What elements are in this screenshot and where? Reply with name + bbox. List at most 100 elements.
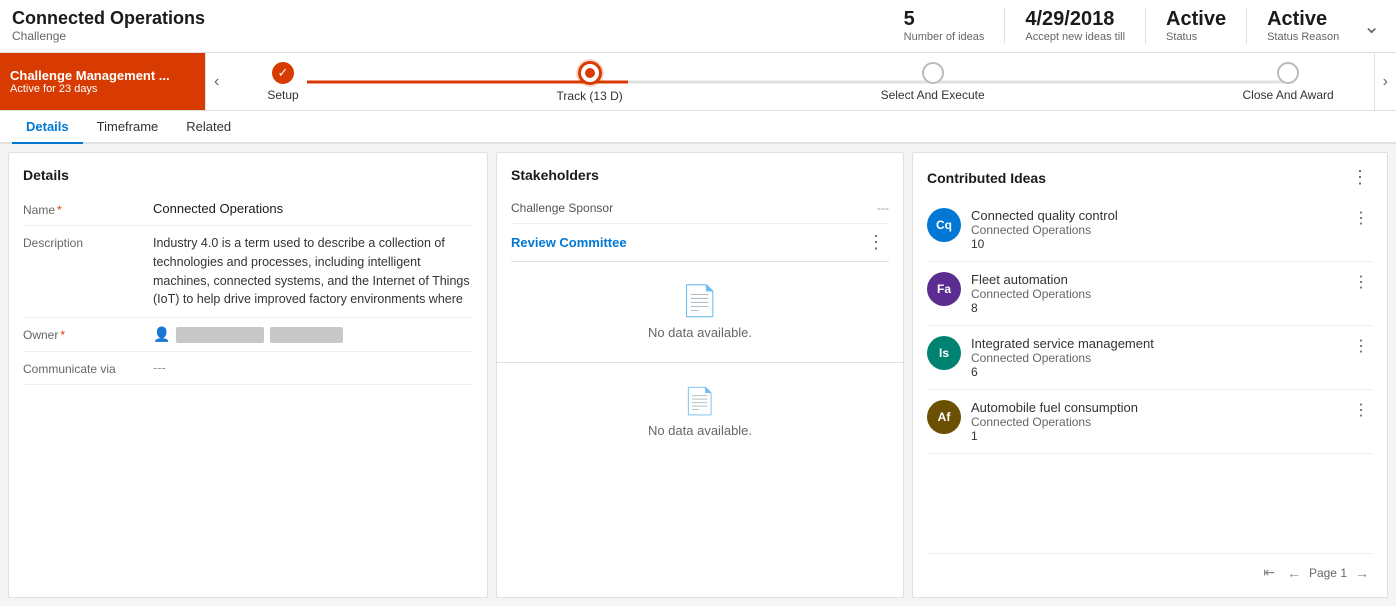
step-track: Track (13 D)	[557, 61, 623, 103]
challenge-badge[interactable]: Challenge Management ... Active for 23 d…	[0, 53, 205, 110]
idea-1-more-button[interactable]: ⋮	[1349, 208, 1373, 228]
owner-name-2: XXXXXXXX	[270, 327, 342, 343]
field-description-value: Industry 4.0 is a term used to describe …	[153, 234, 473, 309]
meta-status-label: Status	[1166, 31, 1226, 43]
idea-sub-3: Connected Operations	[971, 351, 1339, 365]
progress-track: ✓ Setup Track (13 D) Select And Execute …	[227, 53, 1373, 110]
idea-info-2: Fleet automation Connected Operations 8	[971, 272, 1339, 315]
field-name-value: Connected Operations	[153, 201, 473, 216]
tab-related[interactable]: Related	[172, 111, 245, 144]
ideas-list: Cq Connected quality control Connected O…	[927, 198, 1373, 549]
no-data-icon-2: 📄	[684, 386, 716, 417]
idea-count-1: 10	[971, 237, 1339, 251]
idea-name-4: Automobile fuel consumption	[971, 400, 1339, 415]
idea-item-2: Fa Fleet automation Connected Operations…	[927, 262, 1373, 326]
header: Connected Operations Challenge 5 Number …	[0, 0, 1396, 53]
owner-name-1: XXXXXXXXXX	[176, 327, 264, 343]
pagination-first-button[interactable]: ⇤	[1259, 562, 1279, 583]
meta-status-reason-label: Status Reason	[1267, 31, 1339, 43]
meta-date-value: 4/29/2018	[1025, 8, 1125, 31]
stakeholders-panel: Stakeholders Challenge Sponsor --- Revie…	[496, 152, 904, 598]
meta-status-reason: Active Status Reason	[1247, 8, 1359, 43]
meta-ideas-label: Number of ideas	[904, 31, 985, 43]
stakeholder-sponsor-row: Challenge Sponsor ---	[511, 193, 889, 224]
field-name-row: Name* Connected Operations	[23, 193, 473, 226]
no-data-container-1: 📄 No data available.	[511, 262, 889, 362]
field-description-row: Description Industry 4.0 is a term used …	[23, 226, 473, 318]
header-meta: 5 Number of ideas 4/29/2018 Accept new i…	[884, 8, 1380, 44]
idea-avatar-3: Is	[927, 336, 961, 370]
field-communicate-row: Communicate via ---	[23, 352, 473, 385]
details-panel-title: Details	[23, 167, 473, 183]
stakeholder-sponsor-label: Challenge Sponsor	[511, 201, 877, 215]
step-close: Close And Award	[1242, 62, 1333, 102]
step-track-circle	[578, 61, 602, 85]
tab-timeframe[interactable]: Timeframe	[83, 111, 173, 144]
stakeholders-panel-title: Stakeholders	[511, 167, 889, 183]
idea-info-1: Connected quality control Connected Oper…	[971, 208, 1339, 251]
idea-avatar-2: Fa	[927, 272, 961, 306]
no-data-text-1: No data available.	[648, 325, 752, 340]
page-title: Connected Operations	[12, 8, 884, 29]
idea-4-more-button[interactable]: ⋮	[1349, 400, 1373, 420]
pagination: ⇤ ← Page 1 →	[927, 553, 1373, 583]
idea-count-3: 6	[971, 365, 1339, 379]
idea-sub-2: Connected Operations	[971, 287, 1339, 301]
step-setup: ✓ Setup	[267, 62, 298, 102]
progress-section: Challenge Management ... Active for 23 d…	[0, 53, 1396, 111]
no-data-text-2: No data available.	[648, 423, 752, 438]
idea-count-4: 1	[971, 429, 1339, 443]
idea-item-1: Cq Connected quality control Connected O…	[927, 198, 1373, 262]
meta-ideas: 5 Number of ideas	[884, 8, 1005, 43]
stakeholder-sponsor-value: ---	[877, 201, 889, 215]
step-select: Select And Execute	[881, 62, 985, 102]
review-committee-label: Review Committee	[511, 235, 863, 250]
pagination-label: Page 1	[1309, 566, 1347, 580]
step-close-circle	[1277, 62, 1299, 84]
details-panel: Details Name* Connected Operations Descr…	[8, 152, 488, 598]
meta-status-reason-value: Active	[1267, 8, 1339, 31]
meta-ideas-value: 5	[904, 8, 985, 31]
field-owner-value: 👤 XXXXXXXXXX XXXXXXXX	[153, 326, 473, 343]
idea-name-1: Connected quality control	[971, 208, 1339, 223]
idea-2-more-button[interactable]: ⋮	[1349, 272, 1373, 292]
idea-info-4: Automobile fuel consumption Connected Op…	[971, 400, 1339, 443]
idea-avatar-1: Cq	[927, 208, 961, 242]
ideas-panel-header: Contributed Ideas ⋮	[927, 167, 1373, 188]
step-track-label: Track (13 D)	[557, 89, 623, 103]
no-data-container-2: 📄 No data available.	[511, 367, 889, 457]
step-setup-circle: ✓	[272, 62, 294, 84]
field-owner-row: Owner* 👤 XXXXXXXXXX XXXXXXXX	[23, 318, 473, 352]
ideas-panel-title: Contributed Ideas	[927, 170, 1347, 186]
pagination-next-button[interactable]: →	[1351, 563, 1373, 583]
idea-count-2: 8	[971, 301, 1339, 315]
prev-nav-button[interactable]: ‹	[205, 53, 227, 111]
step-select-label: Select And Execute	[881, 88, 985, 102]
field-name-label: Name*	[23, 201, 153, 217]
owner-person-icon: 👤	[153, 326, 170, 343]
meta-date-label: Accept new ideas till	[1025, 31, 1125, 43]
pagination-prev-button[interactable]: ←	[1283, 563, 1305, 583]
idea-item-4: Af Automobile fuel consumption Connected…	[927, 390, 1373, 454]
idea-name-3: Integrated service management	[971, 336, 1339, 351]
next-nav-button[interactable]: ›	[1374, 53, 1396, 111]
step-select-circle	[922, 62, 944, 84]
step-close-label: Close And Award	[1242, 88, 1333, 102]
idea-3-more-button[interactable]: ⋮	[1349, 336, 1373, 356]
field-communicate-value: ---	[153, 360, 473, 375]
meta-status-value: Active	[1166, 8, 1226, 31]
idea-avatar-4: Af	[927, 400, 961, 434]
review-committee-more-button[interactable]: ⋮	[863, 232, 889, 253]
chevron-down-icon[interactable]: ⌄	[1363, 14, 1380, 39]
ideas-panel: Contributed Ideas ⋮ Cq Connected quality…	[912, 152, 1388, 598]
idea-sub-4: Connected Operations	[971, 415, 1339, 429]
meta-status: Active Status	[1146, 8, 1246, 43]
meta-date: 4/29/2018 Accept new ideas till	[1005, 8, 1145, 43]
tab-details[interactable]: Details	[12, 111, 83, 144]
steps-container: ✓ Setup Track (13 D) Select And Execute …	[267, 61, 1333, 103]
header-title-block: Connected Operations Challenge	[12, 8, 884, 43]
ideas-more-button[interactable]: ⋮	[1347, 167, 1373, 188]
idea-info-3: Integrated service management Connected …	[971, 336, 1339, 379]
field-communicate-label: Communicate via	[23, 360, 153, 376]
idea-name-2: Fleet automation	[971, 272, 1339, 287]
